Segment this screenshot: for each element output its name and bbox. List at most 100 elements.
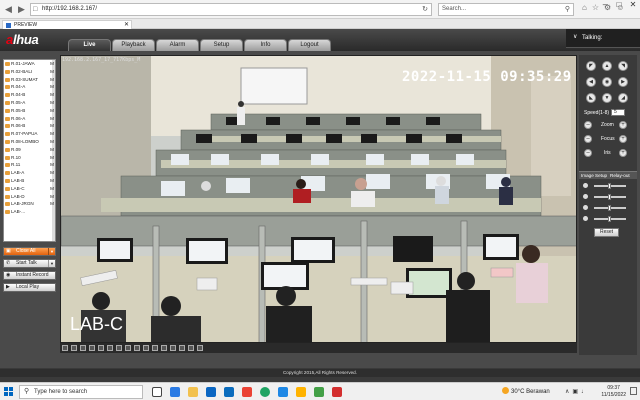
channel-stream-mark[interactable]: M [50,154,54,162]
layout-4-icon[interactable] [71,345,77,351]
close-video-icon[interactable] [161,345,167,351]
fullscreen-icon[interactable] [107,345,113,351]
channel-item[interactable]: R.04-A M [4,83,55,91]
ptz-down-right-icon[interactable]: ◢ [618,93,628,103]
brightness-slider[interactable] [594,183,626,189]
browser-tab[interactable]: PREVIEW ✕ [2,20,132,29]
search-icon[interactable]: ⚲ [565,4,570,15]
instant-record-button[interactable]: ◉ Instant Record [3,271,56,280]
channel-stream-mark[interactable]: M [50,99,54,107]
refresh-icon[interactable]: ↻ [422,4,428,15]
image-setup-tab[interactable]: Image Setup [581,172,607,180]
channel-stream-mark[interactable]: M [50,161,54,169]
maximize-icon[interactable]: □ [612,0,626,9]
chrome-icon[interactable] [260,387,270,397]
menu-alarm[interactable]: Alarm [156,39,199,51]
channel-stream-mark[interactable]: M [50,193,54,201]
channel-item[interactable]: R.08-LOMBO M [4,138,55,146]
channel-item[interactable]: LAB-A M [4,169,55,177]
stream-switch-icon[interactable] [116,345,122,351]
iris-out-icon[interactable]: – [584,149,592,157]
channel-stream-mark[interactable]: M [50,146,54,154]
channel-item[interactable]: R.11 M [4,161,55,169]
chevron-down-icon[interactable]: ▼ [48,260,55,267]
channel-stream-mark[interactable]: M [50,91,54,99]
settings-icon[interactable] [179,345,185,351]
office-icon[interactable] [242,387,252,397]
reset-button[interactable]: Reset [594,228,619,237]
channel-item[interactable]: R.07-PAPUA M [4,130,55,138]
back-icon[interactable]: ◀ [2,3,15,16]
channel-stream-mark[interactable]: M [50,169,54,177]
start-talk-button[interactable]: ✆ Start Talk ▼ [3,259,56,268]
slider-knob[interactable] [608,183,611,189]
record-icon[interactable] [134,345,140,351]
ratio-icon[interactable] [170,345,176,351]
menu-playback[interactable]: Playback [112,39,155,51]
channel-item[interactable]: R.10 M [4,154,55,162]
live-video[interactable] [60,55,577,343]
audio-icon[interactable] [152,345,158,351]
app-icon[interactable] [314,387,324,397]
channel-item[interactable]: R.06-B M [4,122,55,130]
slider-knob[interactable] [608,216,611,222]
chevron-down-icon[interactable]: ▼ [48,248,55,255]
channel-stream-mark[interactable]: M [50,83,54,91]
channel-item[interactable]: LAB-C M [4,185,55,193]
channel-item[interactable]: R.01-JAWA M [4,60,55,68]
contrast-slider[interactable] [594,194,626,200]
channel-item[interactable]: R.04-B M [4,91,55,99]
notification-icon[interactable] [630,387,637,395]
ptz-down-icon[interactable]: ▼ [602,93,612,103]
channel-item[interactable]: R.03-SUMAT M [4,76,55,84]
layout-9-icon[interactable] [80,345,86,351]
network-icon[interactable]: ▣ [572,389,581,395]
layout-16-icon[interactable] [89,345,95,351]
channel-stream-mark[interactable]: M [50,68,54,76]
focus-in-icon[interactable]: + [619,135,627,143]
ptz-up-right-icon[interactable]: ◥ [618,61,628,71]
chevron-down-icon[interactable]: ∨ [573,33,577,40]
channel-item[interactable]: R.09 M [4,146,55,154]
zoom-in-icon[interactable]: + [619,121,627,129]
browser-search[interactable]: Search... ⚲ [438,3,574,16]
mail-icon[interactable] [224,387,234,397]
channel-stream-mark[interactable]: M [50,177,54,185]
zoom-out-icon[interactable]: – [584,121,592,129]
channel-stream-mark[interactable]: M [50,60,54,68]
task-view-icon[interactable] [152,387,162,397]
ie-icon[interactable] [278,387,288,397]
ptz-up-left-icon[interactable]: ◤ [586,61,596,71]
volume-icon[interactable]: ♩ [581,389,590,395]
channel-stream-mark[interactable]: M [50,130,54,138]
weather-widget[interactable]: 30°C Berawan [502,387,550,395]
channel-stream-mark[interactable]: M [50,115,54,123]
channel-stream-mark[interactable]: M [50,107,54,115]
iris-in-icon[interactable]: + [619,149,627,157]
minimize-icon[interactable]: – [598,0,612,9]
ptz-right-icon[interactable]: ▶ [618,77,628,87]
channel-item[interactable]: LAB-... [4,208,55,216]
home-icon[interactable]: ⌂ [582,3,592,12]
channel-stream-mark[interactable]: M [50,122,54,130]
close-tab-icon[interactable]: ✕ [124,21,129,29]
address-bar[interactable]: □ http://192.168.2.167/ ↻ [30,3,432,16]
snapshot-icon[interactable] [125,345,131,351]
channel-item[interactable]: R.05-A M [4,99,55,107]
clock[interactable]: 09:37 11/15/2022 [601,385,626,399]
slider-knob[interactable] [608,205,611,211]
channel-stream-mark[interactable]: M [50,200,54,208]
channel-item[interactable]: R.02-BALI M [4,68,55,76]
channel-item[interactable]: LAB-D M [4,193,55,201]
taskbar-search[interactable]: ⚲ Type here to search [19,385,143,399]
close-window-icon[interactable]: ✕ [626,0,640,9]
layout-custom-icon[interactable] [98,345,104,351]
forward-icon[interactable]: ▶ [15,3,28,16]
channel-item[interactable]: R.06-A M [4,115,55,123]
close-all-button[interactable]: ▣ Close All ▼ [3,247,56,256]
prev-page-icon[interactable] [188,345,194,351]
app-icon[interactable] [332,387,342,397]
file-explorer-icon[interactable] [188,387,198,397]
ptz-left-icon[interactable]: ◀ [586,77,596,87]
store-icon[interactable] [206,387,216,397]
